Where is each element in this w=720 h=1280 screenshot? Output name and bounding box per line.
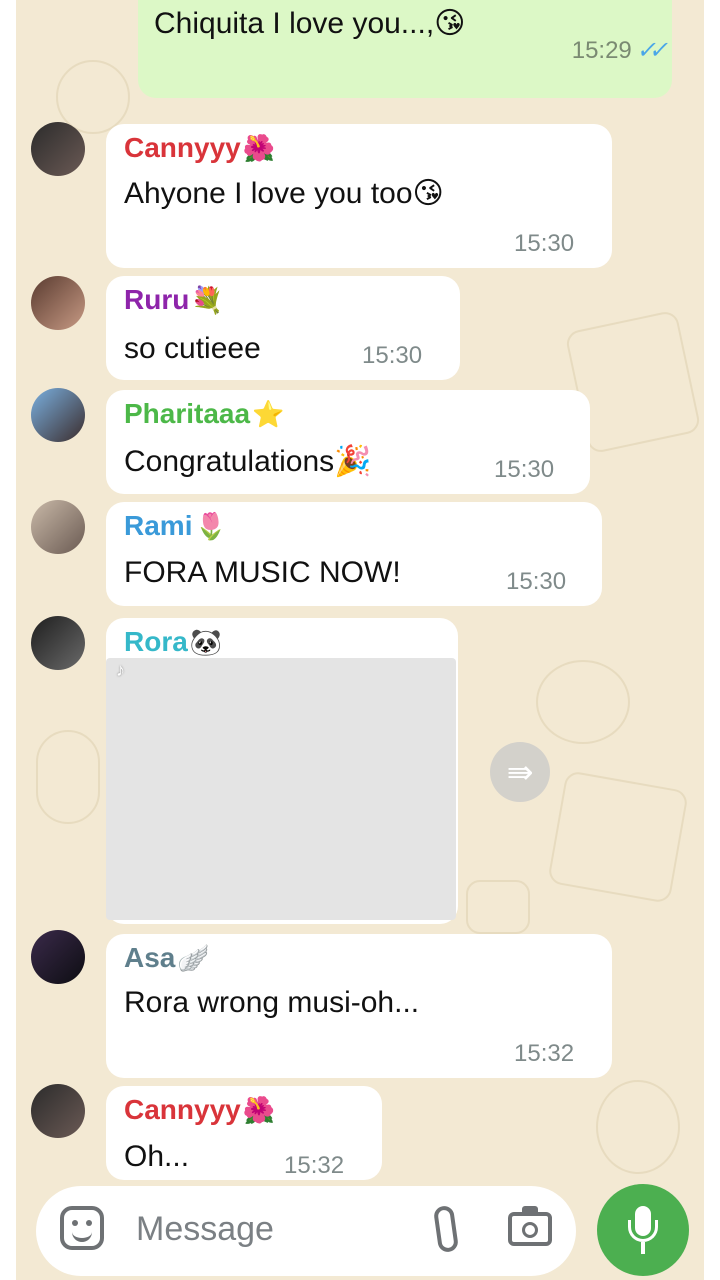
voice-message-button[interactable] xyxy=(597,1184,689,1276)
double-check-icon: ✓✓ xyxy=(634,37,665,64)
avatar[interactable] xyxy=(31,1084,85,1138)
avatar[interactable] xyxy=(31,930,85,984)
message-text: Congratulations🎉 xyxy=(124,445,372,478)
forward-icon[interactable]: ⇛ xyxy=(490,742,550,802)
message-time: 15:30 xyxy=(506,568,567,595)
sender-name: Cannyyy🌺 xyxy=(124,132,276,163)
avatar[interactable] xyxy=(31,388,85,442)
avatar[interactable] xyxy=(31,276,85,330)
incoming-message[interactable]: Rami🌷 FORA MUSIC NOW! 15:30 xyxy=(106,502,602,606)
incoming-message[interactable]: Cannyyy🌺 Oh... 15:32 xyxy=(106,1086,382,1180)
sticker-icon[interactable] xyxy=(60,1206,104,1250)
message-time: 15:32 xyxy=(514,1040,575,1067)
avatar[interactable] xyxy=(31,122,85,176)
incoming-message[interactable]: Pharitaaa⭐ Congratulations🎉 15:30 xyxy=(106,390,590,494)
message-time: 15:30 xyxy=(514,230,575,257)
sender-name: Rami🌷 xyxy=(124,510,227,541)
message-text: so cutieee xyxy=(124,332,261,365)
avatar[interactable] xyxy=(31,616,85,670)
video-thumbnail[interactable]: ♪ xyxy=(106,658,456,920)
paperclip-icon[interactable] xyxy=(432,1204,460,1254)
sender-name: Pharitaaa⭐ xyxy=(124,398,285,429)
outgoing-message-text: Chiquita I love you...,😘 xyxy=(154,7,466,40)
message-text: Ahyone I love you too😘 xyxy=(124,177,444,210)
message-text: Oh... xyxy=(124,1140,190,1173)
message-composer: Message xyxy=(36,1186,576,1276)
outgoing-message[interactable]: Chiquita I love you...,😘 15:29 ✓✓ xyxy=(138,0,672,98)
message-text: FORA MUSIC NOW! xyxy=(124,556,401,589)
sender-name: Rora🐼 xyxy=(124,626,223,657)
incoming-message[interactable]: Ruru💐 so cutieee 15:30 xyxy=(106,276,460,380)
sender-name: Ruru💐 xyxy=(124,284,224,315)
tiktok-icon: ♪ xyxy=(116,660,125,680)
incoming-message[interactable]: Cannyyy🌺 Ahyone I love you too😘 15:30 xyxy=(106,124,612,268)
avatar[interactable] xyxy=(31,500,85,554)
message-input[interactable]: Message xyxy=(136,1210,274,1249)
message-time: 15:32 xyxy=(284,1152,345,1179)
message-text: Rora wrong musi-oh... xyxy=(124,986,420,1019)
sender-name: Cannyyy🌺 xyxy=(124,1094,276,1125)
outgoing-meta: 15:29 ✓✓ xyxy=(571,36,665,65)
message-time: 15:30 xyxy=(494,456,555,483)
message-time: 15:30 xyxy=(362,342,423,369)
incoming-message[interactable]: Asa🪽 Rora wrong musi-oh... 15:32 xyxy=(106,934,612,1078)
outgoing-time: 15:29 xyxy=(571,36,632,64)
right-edge xyxy=(704,0,720,1280)
left-edge xyxy=(0,0,16,1280)
sender-name: Asa🪽 xyxy=(124,942,210,973)
incoming-media-message[interactable]: Rora🐼 ♪ xyxy=(106,618,458,924)
camera-icon[interactable] xyxy=(508,1206,552,1246)
